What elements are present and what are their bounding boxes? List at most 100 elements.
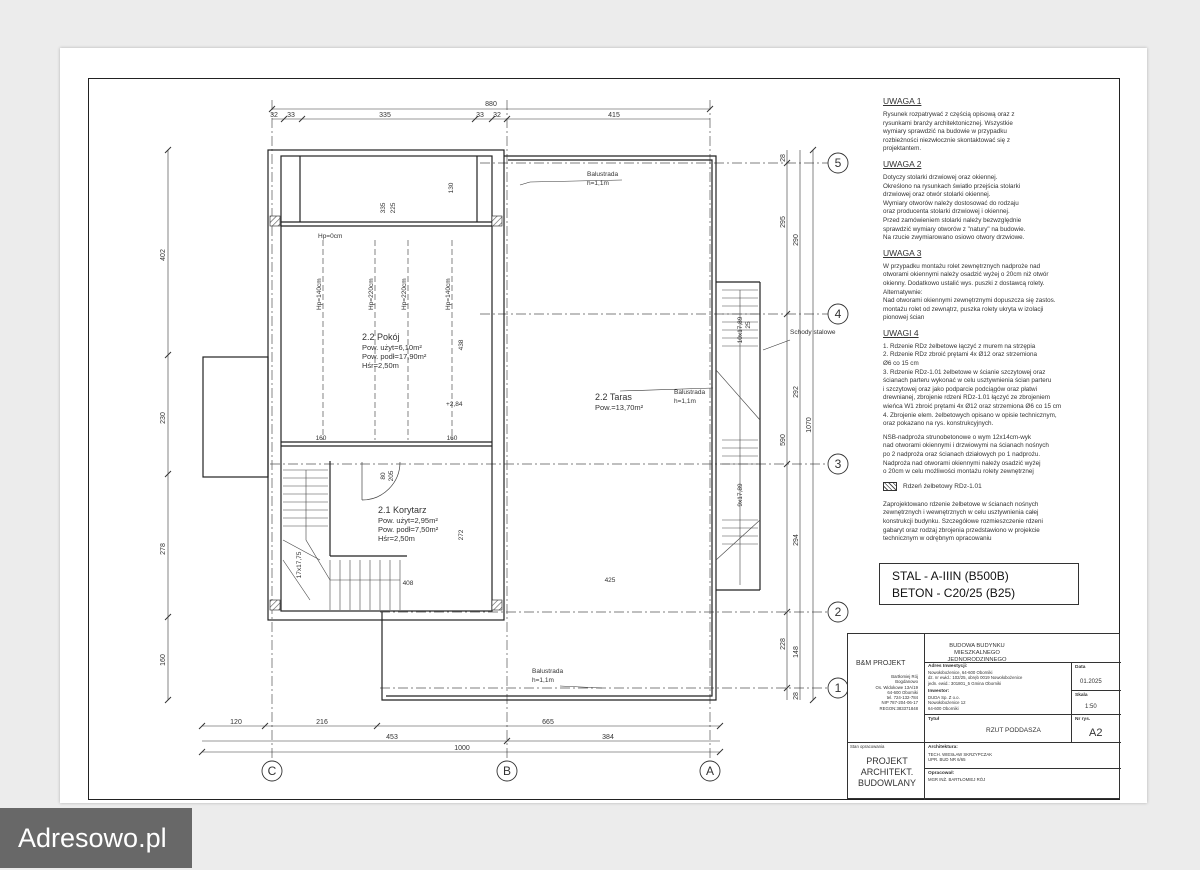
architect-label: Architektura: xyxy=(928,745,958,750)
date-value: 01.2025 xyxy=(1080,679,1102,685)
sheet-label: Nr rys. xyxy=(1075,717,1091,722)
bottom-dimensions: 120 216 665 453 384 1000 xyxy=(230,719,614,752)
stage-value: PROJEKT ARCHITEKT. BUDOWLANY xyxy=(857,756,916,788)
date-label: Data xyxy=(1075,665,1086,670)
axis-label-5: 5 xyxy=(835,156,842,170)
balustrade-height-top: h=1,1m xyxy=(587,180,609,187)
dim-right-6: 1070 xyxy=(806,417,813,433)
room-taras-name: 2.2 Taras xyxy=(595,392,632,402)
dim-top-total: 880 xyxy=(485,101,497,108)
room-labels: 2.2 Pokój Pow. użyt=6,10m² Pow. podł=17,… xyxy=(362,332,644,543)
notes-panel: UWAGA 1 Rysunek rozpatrywać z częścią op… xyxy=(875,96,1085,549)
axis-label-c: C xyxy=(268,764,277,778)
room-taras-area: Pow.=13,70m² xyxy=(595,403,644,412)
drawn-by-label: Opracował: xyxy=(928,771,955,776)
dim-int-205: 205 xyxy=(388,470,395,481)
note-1-text: Rysunek rozpatrywać z częścią opisową or… xyxy=(883,111,1015,153)
dim-bottom-5: 384 xyxy=(602,734,614,741)
height-label-hp140-a: Hp=140cm xyxy=(316,278,323,310)
dim-right-3: 290 xyxy=(793,234,800,246)
axis-lines xyxy=(270,100,828,760)
dim-right-4: 292 xyxy=(793,386,800,398)
top-dimensions: 880 32 33 335 33 32 415 xyxy=(270,101,620,119)
rdz-legend-label: Rdzeń żelbetowy RDz-1.01 xyxy=(903,482,982,490)
rdz-cores xyxy=(269,215,503,611)
room-korytarz-name: 2.1 Korytarz xyxy=(378,505,427,515)
dim-top-2: 33 xyxy=(287,112,295,119)
scale-value: 1:50 xyxy=(1085,704,1097,710)
axis-labels: 5 4 3 2 1 C B A xyxy=(268,156,842,778)
title-block: B&M PROJEKT Bartłomiej Rój Bogdanowo Os.… xyxy=(847,633,1121,800)
stairs-label: Schody stalowe xyxy=(790,329,836,336)
dim-bottom-2: 216 xyxy=(316,719,328,726)
tb-divider-h4 xyxy=(1071,690,1121,691)
level-marker: +2,84 xyxy=(446,401,463,408)
drawn-by-text: MGR INŻ. BARTŁOMIEJ RÓJ xyxy=(928,777,986,782)
note-4-title: UWAGI 4 xyxy=(883,327,919,338)
dim-right-10: 28 xyxy=(793,692,800,700)
axis-label-3: 3 xyxy=(835,457,842,471)
dim-stair-c: 9x17,89 xyxy=(737,483,744,507)
dim-left-3: 278 xyxy=(160,543,167,555)
scale-label: Skala xyxy=(1075,693,1088,698)
note-1-title: UWAGA 1 xyxy=(883,96,922,106)
dim-int-80: 80 xyxy=(380,472,387,480)
room-pokoj-height: Hśr=2,50m xyxy=(362,361,399,370)
dim-int-408: 408 xyxy=(403,580,414,587)
architect-text: TECH. WIESŁAW SKRZYPCZAK UPR. BUD NR 6/6… xyxy=(928,752,993,763)
left-dimensions: 402 230 278 160 xyxy=(160,249,167,666)
height-label-hp220-a: Hp=220cm xyxy=(368,278,375,310)
dim-int-160-a: 160 xyxy=(316,435,327,442)
drawing-title: RZUT PODDASZA xyxy=(986,727,1041,734)
dim-bottom-4: 453 xyxy=(386,734,398,741)
investment-address: Nowołobożenice, 64-600 Oborniki dz. nr e… xyxy=(928,670,1023,686)
project-name: BUDOWA BUDYNKU MIESZKALNEGO JEDNORODZINN… xyxy=(947,643,1007,663)
adresowo-watermark: Adresowo.pl xyxy=(0,808,192,868)
tb-divider-h5 xyxy=(924,768,1121,769)
room-pokoj-area: Pow. użyt=6,10m² xyxy=(362,343,422,352)
investment-address-label: Adres Inwestycji: xyxy=(928,664,968,669)
design-note: Zaprojektowano rdzenie żelbetowe w ścian… xyxy=(883,500,1043,543)
dim-stair-b: 10x17,89 xyxy=(737,316,744,343)
walls xyxy=(202,149,761,701)
tb-divider-v1 xyxy=(924,634,925,800)
nsb-note: NSB-nadproża strunobetonowe o wym 12x14c… xyxy=(883,433,1049,476)
annotation-labels: Balustrada h=1,1m Balustrada h=1,1m Balu… xyxy=(532,171,836,684)
company-info: Bartłomiej Rój Bogdanowo Os. Widokowe 13… xyxy=(875,674,918,711)
note-2-text: Dotyczy stolarki drzwiowej oraz okiennej… xyxy=(883,173,1026,242)
dimension-ticks xyxy=(164,105,817,756)
dim-right-2: 295 xyxy=(780,216,787,228)
title-label: Tytuł xyxy=(928,717,940,722)
axis-label-1: 1 xyxy=(835,681,842,695)
dim-int-25: 25 xyxy=(745,321,752,329)
balustrade-height-mid: h=1,1m xyxy=(674,398,696,405)
balustrade-label-top: Balustrada xyxy=(587,171,618,178)
axis-label-b: B xyxy=(503,764,511,778)
dim-top-1: 32 xyxy=(270,112,278,119)
room-korytarz-area: Pow. użyt=2,95m² xyxy=(378,516,438,525)
axis-label-a: A xyxy=(706,764,714,778)
dim-left-2: 230 xyxy=(160,412,167,424)
dim-top-4: 33 xyxy=(476,112,484,119)
dim-right-5: 590 xyxy=(780,434,787,446)
room-pokoj-name: 2.2 Pokój xyxy=(362,332,400,342)
stage-label: Stan opracowania xyxy=(850,744,885,749)
steel-spec: STAL - A-IIIN (B500B) xyxy=(892,569,1009,583)
room-korytarz-floor: Pow. podł=7,50m² xyxy=(378,525,439,534)
tb-divider-h3 xyxy=(924,714,1121,715)
dim-top-6: 415 xyxy=(608,112,620,119)
concrete-spec: BETON - C20/25 (B25) xyxy=(892,586,1016,600)
height-label-hp220-b: Hp=220cm xyxy=(401,278,408,310)
note-3-text: W przypadku montażu rolet zewnętrznych n… xyxy=(883,262,1056,322)
materials-box: STAL - A-IIIN (B500B) BETON - C20/25 (B2… xyxy=(879,563,1079,605)
dim-int-225: 225 xyxy=(390,202,397,213)
balustrade-label-mid: Balustrada xyxy=(674,389,705,396)
dim-int-425: 425 xyxy=(605,577,616,584)
axis-label-4: 4 xyxy=(835,307,842,321)
tb-divider-v2 xyxy=(1071,662,1072,742)
dim-top-5: 32 xyxy=(493,112,501,119)
balustrade-label-bottom: Balustrada xyxy=(532,668,563,675)
right-dimensions: 28 295 290 292 590 1070 294 228 148 28 xyxy=(780,154,813,700)
room-korytarz-height: Hśr=2,50m xyxy=(378,534,415,543)
note-3-title: UWAGA 3 xyxy=(883,247,922,258)
